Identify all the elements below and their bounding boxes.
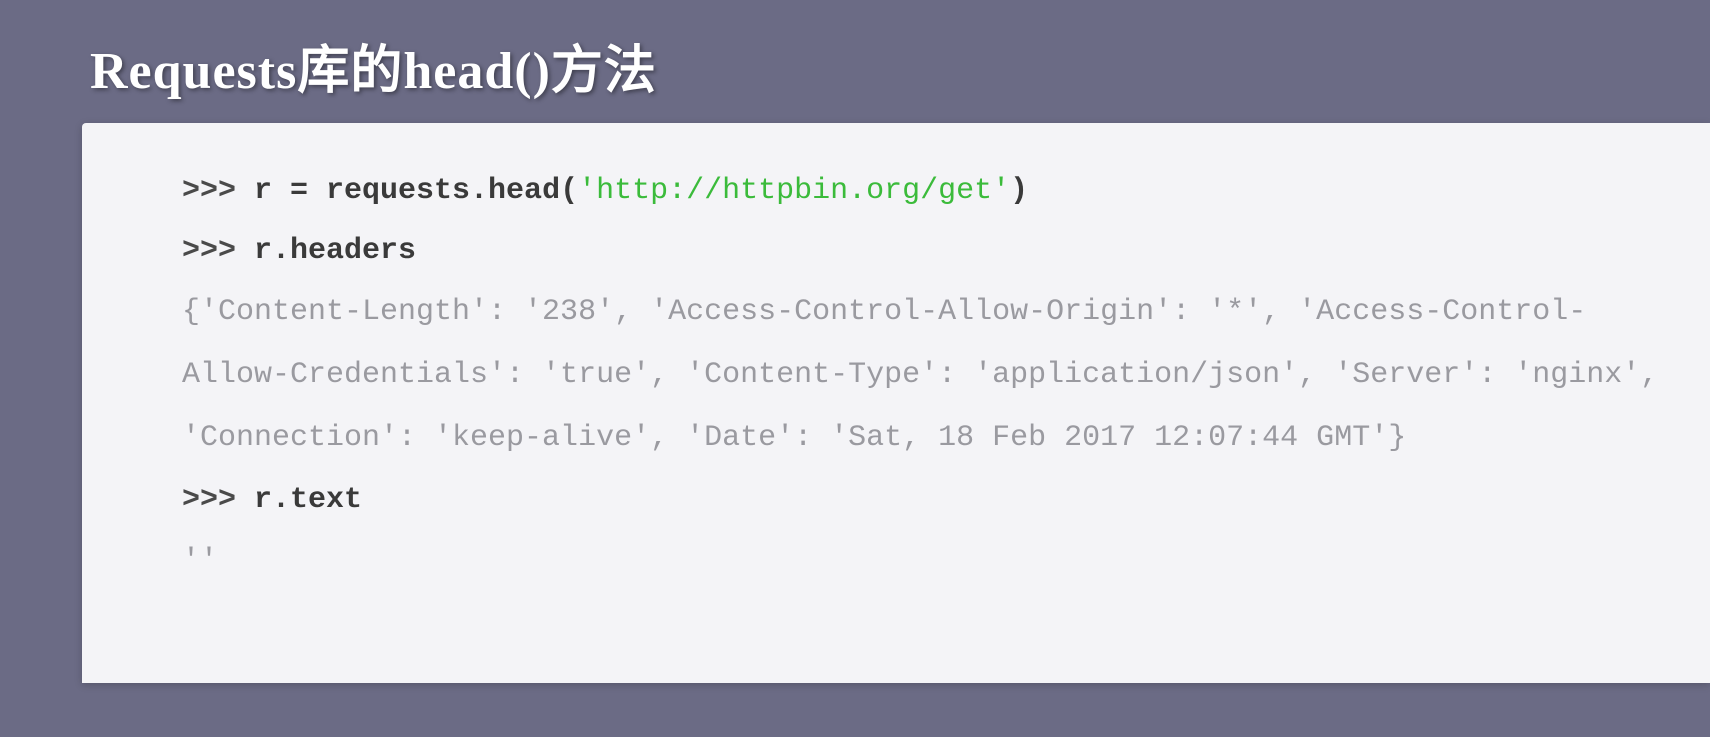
code-line-1: >>> r = requests.head('http://httpbin.or… [182, 161, 1662, 221]
code-line-3: >>> r.text [182, 470, 1662, 530]
output-text: '' [182, 530, 1662, 593]
prompt-2: >>> [182, 234, 254, 268]
code-statement-2: r.headers [254, 234, 416, 268]
prompt-3: >>> [182, 483, 254, 517]
code-panel: >>> r = requests.head('http://httpbin.or… [82, 123, 1710, 683]
code-line-2: >>> r.headers [182, 221, 1662, 281]
slide-title: Requests库的head()方法 [0, 0, 1710, 123]
output-headers: {'Content-Length': '238', 'Access-Contro… [182, 281, 1662, 470]
code-statement-3: r.text [254, 483, 362, 517]
code-statement-1a: r = requests.head( [254, 174, 578, 208]
code-statement-1b: ) [1010, 174, 1028, 208]
prompt-1: >>> [182, 174, 254, 208]
url-string: 'http://httpbin.org/get' [578, 174, 1010, 208]
